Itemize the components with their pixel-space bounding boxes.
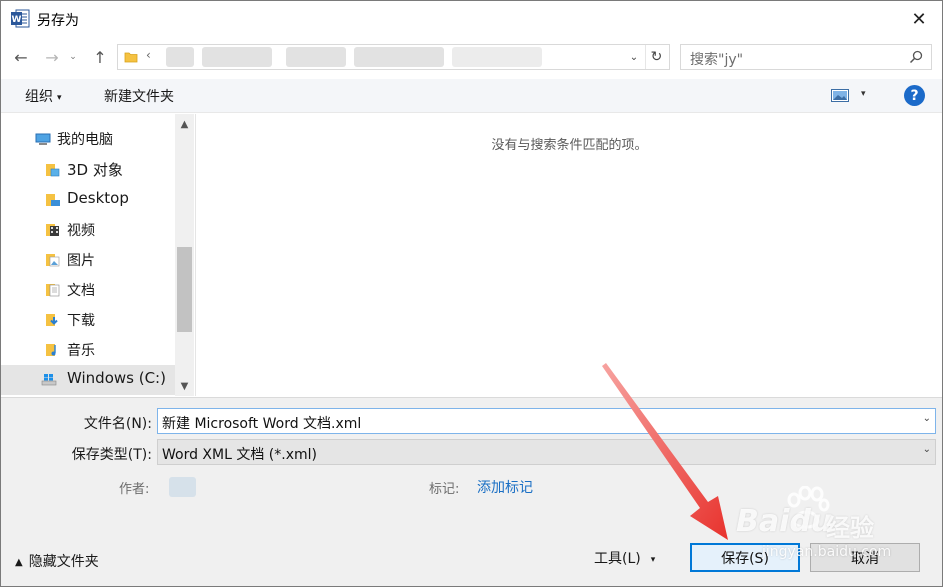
back-arrow-icon: ← — [14, 47, 28, 67]
address-dropdown-button[interactable]: ⌄ — [623, 45, 645, 69]
author-value-redacted[interactable] — [169, 477, 196, 497]
nav-label: 下载 — [67, 313, 95, 329]
blurred-path-segment — [452, 47, 542, 67]
refresh-icon: ↻ — [650, 49, 663, 65]
downloads-folder-icon — [46, 314, 58, 326]
3d-objects-icon — [46, 164, 60, 177]
nav-label: 视频 — [67, 223, 95, 239]
nav-label: Desktop — [67, 189, 129, 207]
window-title: 另存为 — [37, 13, 79, 29]
nav-pane-scrollbar[interactable]: ▲ ▼ — [175, 114, 194, 396]
filetype-select[interactable]: Word XML 文档 (*.xml) ⌄ — [157, 439, 936, 465]
filename-value: 新建 Microsoft Word 文档.xml — [162, 416, 362, 432]
author-label: 作者: — [119, 482, 150, 497]
pictures-folder-icon — [46, 254, 60, 267]
chevron-up-icon: ▲ — [180, 118, 189, 130]
folder-icon — [124, 52, 138, 63]
save-button[interactable]: 保存(S) — [690, 543, 800, 572]
tools-label: 工具(L) — [594, 551, 641, 567]
tools-button[interactable]: 工具(L) ▾ — [594, 548, 655, 568]
hide-folders-label: 隐藏文件夹 — [28, 554, 99, 570]
close-icon: ✕ — [911, 8, 927, 30]
filename-field[interactable]: 新建 Microsoft Word 文档.xml ⌄ — [157, 408, 936, 434]
chevron-down-icon: ⌄ — [922, 444, 931, 455]
view-preview-icon — [831, 89, 849, 102]
nav-item-3d-objects[interactable]: 3D 对象 — [1, 155, 175, 185]
up-arrow-icon: ↑ — [93, 47, 107, 67]
address-row: ← → ⌄ ↑ ‹ ⌄ ↻ 搜索"jy" — [1, 41, 942, 75]
navigation-pane: 我的电脑 3D 对象 Desktop 视频 图片 文档 下载 音乐 Window… — [1, 114, 196, 396]
filetype-label: 保存类型(T): — [71, 447, 152, 463]
hide-folders-button[interactable]: ▲ 隐藏文件夹 — [15, 551, 99, 571]
back-button[interactable]: ← — [10, 45, 32, 69]
nav-label: 图片 — [67, 253, 95, 269]
blurred-path-segment — [354, 47, 444, 67]
help-icon: ? — [910, 87, 919, 104]
caret-down-icon: ▾ — [650, 555, 656, 565]
caret-down-icon: ▾ — [861, 89, 866, 99]
blurred-path-segment — [166, 47, 194, 67]
music-folder-icon — [46, 344, 56, 356]
nav-item-pictures[interactable]: 图片 — [1, 245, 175, 275]
nav-item-music[interactable]: 音乐 — [1, 335, 175, 365]
organize-button[interactable]: 组织 ▾ — [25, 86, 62, 106]
file-list-pane[interactable]: 没有与搜索条件匹配的项。 — [197, 114, 942, 396]
computer-icon — [35, 133, 51, 145]
filetype-value: Word XML 文档 (*.xml) — [162, 447, 317, 463]
title-bar: W 另存为 ✕ — [1, 1, 942, 37]
search-icon — [909, 50, 923, 64]
change-view-button[interactable]: ▾ — [831, 87, 873, 105]
scroll-up-button[interactable]: ▲ — [175, 114, 194, 134]
cancel-button[interactable]: 取消 — [810, 543, 920, 572]
address-bar[interactable]: ‹ ⌄ ↻ — [117, 44, 670, 70]
svg-text:W: W — [12, 15, 22, 25]
word-app-icon: W — [11, 9, 30, 28]
nav-item-downloads[interactable]: 下载 — [1, 305, 175, 335]
up-button[interactable]: ↑ — [89, 45, 111, 69]
nav-label: Windows (C:) — [67, 369, 166, 387]
caret-down-icon: ▾ — [57, 93, 62, 103]
scrollbar-thumb[interactable] — [177, 247, 192, 332]
blurred-path-segment — [202, 47, 272, 67]
nav-item-videos[interactable]: 视频 — [1, 215, 175, 245]
new-folder-button[interactable]: 新建文件夹 — [104, 86, 174, 106]
drive-icon — [41, 374, 57, 386]
forward-arrow-icon: → — [45, 47, 59, 67]
command-bar: 组织 ▾ 新建文件夹 ▾ ? — [1, 79, 942, 113]
chevron-up-icon: ▲ — [15, 557, 23, 568]
blurred-path-segment — [286, 47, 346, 67]
chevron-down-icon[interactable]: ⌄ — [923, 413, 931, 424]
recent-locations-button[interactable]: ⌄ — [65, 45, 81, 69]
forward-button[interactable]: → — [41, 45, 63, 69]
nav-label: 我的电脑 — [57, 132, 113, 148]
search-placeholder: 搜索"jy" — [690, 52, 744, 68]
nav-label: 3D 对象 — [67, 161, 123, 179]
close-button[interactable]: ✕ — [896, 1, 942, 37]
nav-item-windows-c[interactable]: Windows (C:) — [1, 365, 175, 395]
nav-item-desktop[interactable]: Desktop — [1, 185, 175, 215]
filename-label: 文件名(N): — [83, 416, 152, 432]
nav-label: 文档 — [67, 283, 95, 299]
nav-item-documents[interactable]: 文档 — [1, 275, 175, 305]
empty-results-message: 没有与搜索条件匹配的项。 — [491, 138, 648, 153]
nav-label: 音乐 — [67, 343, 95, 359]
breadcrumb-separator: ‹ — [146, 48, 151, 62]
nav-item-this-pc[interactable]: 我的电脑 — [1, 124, 175, 154]
add-tags-link[interactable]: 添加标记 — [477, 477, 533, 497]
help-button[interactable]: ? — [904, 85, 925, 106]
chevron-down-icon: ⌄ — [629, 51, 639, 63]
chevron-down-icon: ▼ — [180, 380, 189, 392]
refresh-button[interactable]: ↻ — [645, 45, 667, 69]
search-input[interactable]: 搜索"jy" — [680, 44, 932, 70]
tags-label: 标记: — [429, 482, 460, 497]
chevron-down-icon: ⌄ — [69, 52, 77, 62]
scroll-down-button[interactable]: ▼ — [175, 376, 194, 396]
documents-folder-icon — [46, 284, 60, 297]
videos-folder-icon — [46, 224, 59, 236]
save-as-dialog: W 另存为 ✕ ← → ⌄ ↑ ‹ ⌄ ↻ 搜索"jy" 组织 ▾ 新建文件夹 … — [0, 0, 943, 587]
desktop-folder-icon — [46, 194, 60, 206]
save-options-panel: 文件名(N): 新建 Microsoft Word 文档.xml ⌄ 保存类型(… — [1, 397, 942, 586]
organize-label: 组织 — [25, 89, 53, 105]
